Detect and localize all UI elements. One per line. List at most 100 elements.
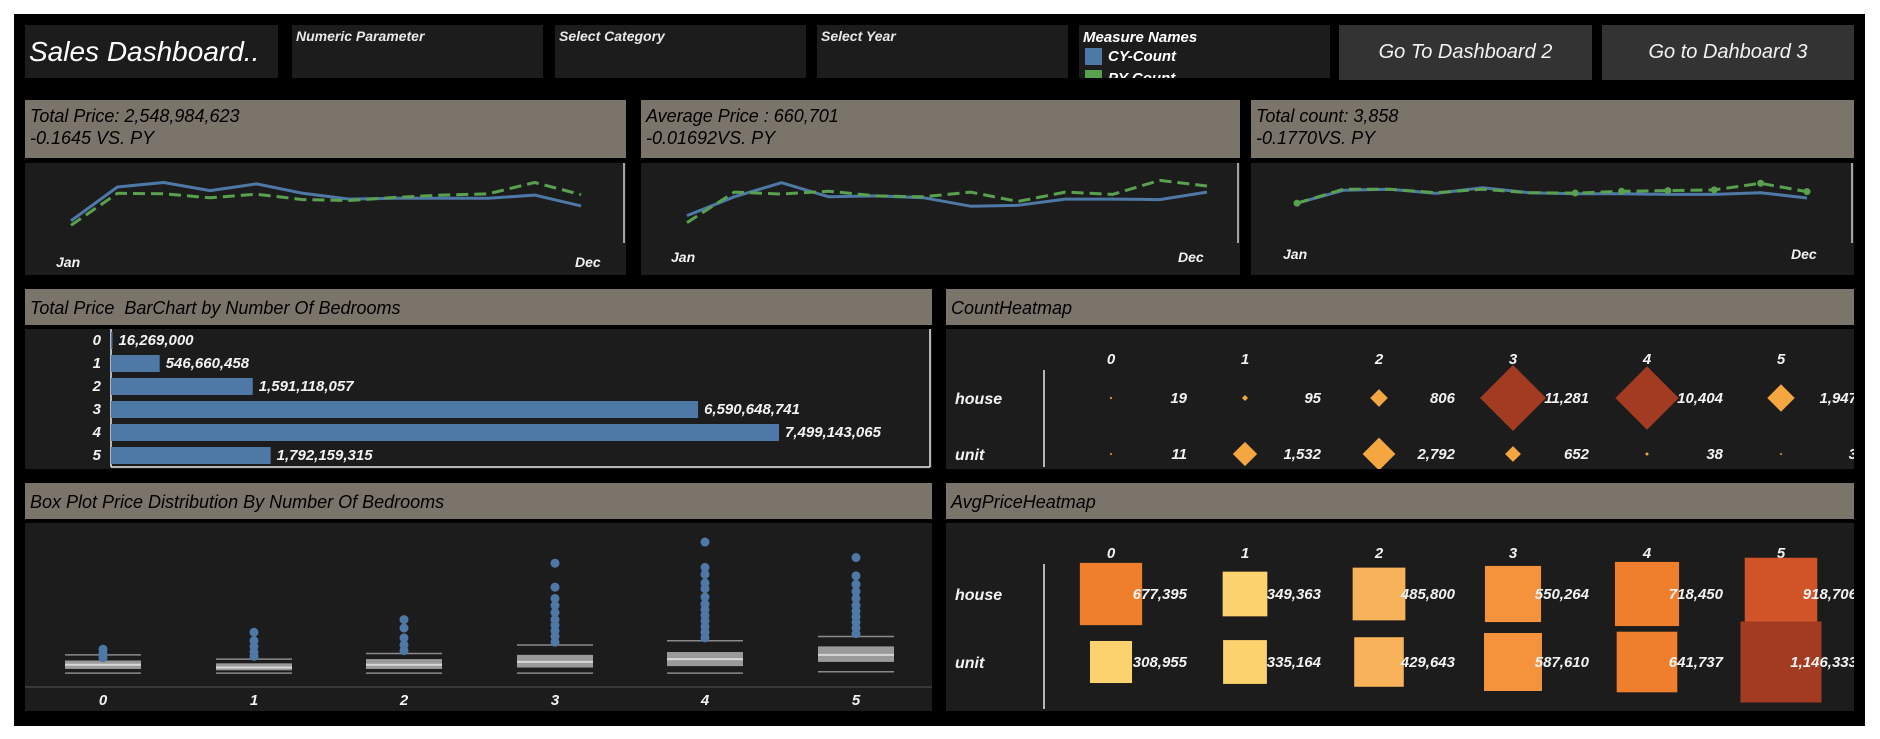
py-count-point <box>1757 179 1765 187</box>
box-outlier-point <box>700 562 710 572</box>
heatmap-row-label: house <box>955 587 1002 604</box>
numeric-parameter-label: Numeric Parameter <box>296 28 425 44</box>
count-heatmap-value: 652 <box>1564 446 1590 463</box>
box-category-label: 0 <box>99 692 108 709</box>
count-heatmap-mark <box>1362 437 1396 471</box>
heatmap-column-label: 4 <box>1642 351 1652 368</box>
bar-value-label: 16,269,000 <box>118 332 194 349</box>
count-heatmap-value: 1,947 <box>1819 390 1854 407</box>
py-count-legend-label[interactable]: PY-Count <box>1108 70 1175 78</box>
avg-price-heatmap-value: 1,146,333 <box>1790 654 1854 671</box>
box-outlier-point <box>700 537 710 547</box>
bar-chart-header: Total Price BarChart by Number Of Bedroo… <box>25 289 932 325</box>
box-plot-chart: 0 1 2 3 4 5 <box>25 537 932 709</box>
avg-price-heatmap-mark <box>1354 637 1404 687</box>
select-year-filter[interactable]: Select Year <box>817 25 1068 78</box>
box-outlier-point <box>851 571 861 581</box>
heatmap-column-label: 2 <box>1374 545 1384 562</box>
heatmap-row-label: house <box>955 391 1002 408</box>
box-outlier-point <box>399 633 409 643</box>
total-count-kpi-title: Total count: 3,858 <box>1256 106 1399 126</box>
box-plot-header: Box Plot Price Distribution By Number Of… <box>25 483 932 519</box>
total-count-sparkline-panel: Jan Dec <box>1251 163 1854 275</box>
count-heatmap-value: 38 <box>1706 446 1723 463</box>
box-outlier-point <box>851 579 861 589</box>
box-outlier-point <box>700 578 710 588</box>
box-plot-panel: 0 1 2 3 4 5 <box>25 523 932 711</box>
avg-price-heatmap-value: 550,264 <box>1535 586 1590 603</box>
count-heatmap-mark <box>1480 365 1546 431</box>
heatmap-column-label: 3 <box>1509 545 1518 562</box>
avg-price-heatmap-mark <box>1352 567 1406 621</box>
avg-price-heatmap-value: 641,737 <box>1669 654 1724 671</box>
avg-price-heatmap-mark <box>1484 633 1542 691</box>
bar-category-label: 3 <box>93 401 102 418</box>
cy-count-swatch <box>1085 48 1102 65</box>
count-heatmap-value: 2,792 <box>1416 446 1455 463</box>
sparkline-end-label: Dec <box>1178 249 1204 265</box>
heatmap-row-label: unit <box>955 447 985 464</box>
bar-value-label: 6,590,648,741 <box>704 401 800 418</box>
total-price-kpi-title: Total Price: 2,548,984,623 <box>30 106 240 126</box>
measure-legend: Measure Names CY-Count PY-Count <box>1079 25 1330 78</box>
count-heatmap-mark <box>1779 452 1783 456</box>
box-outlier-point <box>399 615 409 625</box>
avg-price-heatmap-value: 308,955 <box>1133 654 1188 671</box>
average-price-kpi-change: -0.01692VS. PY <box>646 128 776 148</box>
box-outlier-point <box>550 558 560 568</box>
avg-price-heatmap-mark <box>1222 571 1268 617</box>
heatmap-column-label: 2 <box>1374 351 1384 368</box>
heatmap-column-label: 1 <box>1241 545 1249 562</box>
py-count-swatch <box>1085 70 1102 78</box>
box-category-label: 1 <box>250 692 258 709</box>
sparkline-start-label: Jan <box>1283 246 1308 262</box>
total-price-kpi-change: -0.1645 VS. PY <box>30 128 155 148</box>
avg-price-heatmap-title: AvgPriceHeatmap <box>951 492 1096 512</box>
bar <box>111 401 699 418</box>
numeric-parameter-filter[interactable]: Numeric Parameter <box>292 25 543 78</box>
box-outlier-point <box>249 636 259 646</box>
avg-price-heatmap-value: 335,164 <box>1267 654 1322 671</box>
go-to-dashboard-2-button[interactable]: Go To Dashboard 2 <box>1339 25 1592 80</box>
average-price-sparkline-panel: Jan Dec <box>641 163 1240 275</box>
avg-price-heatmap-value: 485,800 <box>1400 586 1456 603</box>
count-heatmap: 0 1 2 3 4 5 house unit 19 95 806 11,281 10,404 1,947 1… <box>955 351 1858 471</box>
count-heatmap-value: 95 <box>1304 390 1321 407</box>
page-title: Sales Dashboard.. <box>29 36 260 67</box>
box-plot-title: Box Plot Price Distribution By Number Of… <box>30 492 445 512</box>
bar <box>111 447 271 464</box>
count-heatmap-mark <box>1645 452 1649 456</box>
count-heatmap-value: 3 <box>1849 446 1854 463</box>
total-count-sparkline <box>1293 163 1853 243</box>
box-category-label: 3 <box>551 692 560 709</box>
cy-count-series-line <box>70 181 582 223</box>
py-count-point <box>1618 187 1626 195</box>
avg-price-heatmap-mark <box>1223 640 1267 684</box>
count-heatmap-header: CountHeatmap <box>946 289 1854 325</box>
select-category-filter[interactable]: Select Category <box>555 25 806 78</box>
bar-category-label: 4 <box>92 424 102 441</box>
box-category-label: 2 <box>399 692 409 709</box>
count-heatmap-mark <box>1615 366 1679 430</box>
count-heatmap-value: 11 <box>1171 446 1187 463</box>
count-heatmap-value: 11,281 <box>1544 390 1589 407</box>
bar-category-label: 5 <box>93 447 102 464</box>
total-price-sparkline-panel: Jan Dec <box>25 163 626 275</box>
avg-price-heatmap-mark <box>1484 565 1542 623</box>
avg-price-heatmap-value: 429,643 <box>1400 654 1456 671</box>
heatmap-row-label: unit <box>955 655 985 672</box>
cy-count-legend-label[interactable]: CY-Count <box>1108 48 1176 65</box>
bar-value-label: 546,660,458 <box>166 355 250 372</box>
bar-value-label: 1,792,159,315 <box>277 447 374 464</box>
count-heatmap-mark <box>1109 396 1113 400</box>
heatmap-column-label: 0 <box>1107 545 1116 562</box>
count-heatmap-value: 1,532 <box>1283 446 1321 463</box>
box-outlier-point <box>851 553 861 563</box>
select-category-label: Select Category <box>559 28 665 44</box>
count-heatmap-panel: 0 1 2 3 4 5 house unit 19 95 806 11,281 10,404 1,947 1… <box>946 329 1858 471</box>
bar <box>111 355 160 372</box>
total-price-kpi-header: Total Price: 2,548,984,623 -0.1645 VS. P… <box>25 100 626 158</box>
go-to-dashboard-3-button[interactable]: Go to Dahboard 3 <box>1602 25 1854 80</box>
avg-price-heatmap-value: 587,610 <box>1535 654 1590 671</box>
average-price-kpi-header: Average Price : 660,701 -0.01692VS. PY <box>641 100 1240 158</box>
